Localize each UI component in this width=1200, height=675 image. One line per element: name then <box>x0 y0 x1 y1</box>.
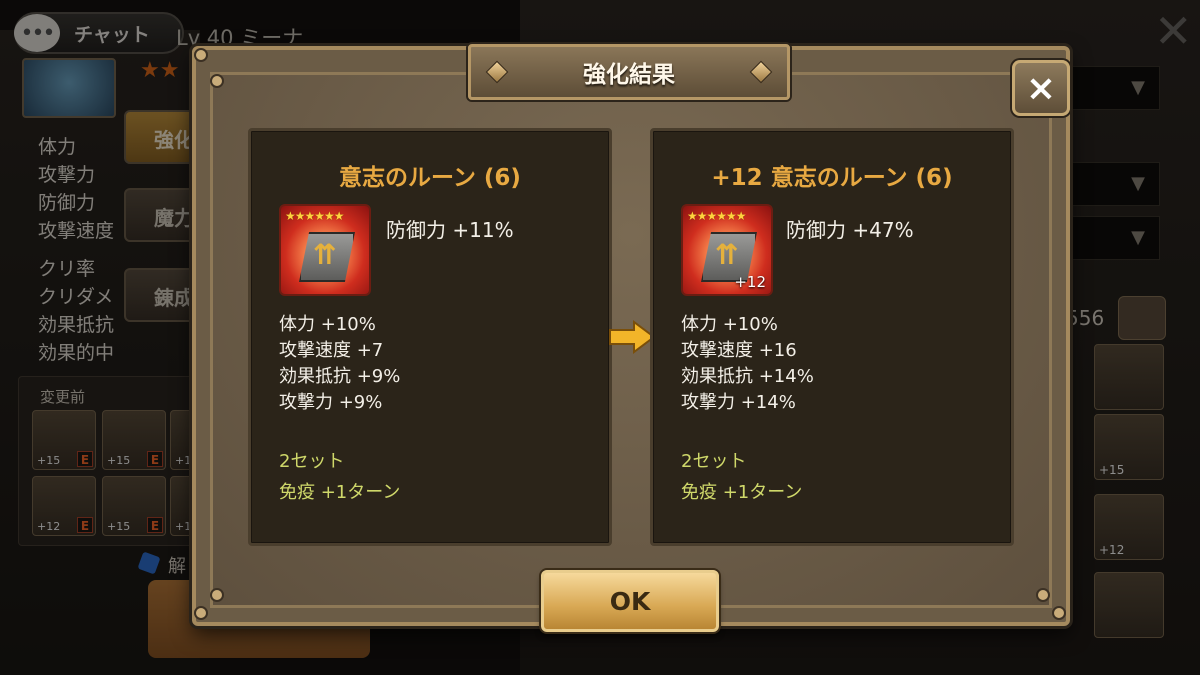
modal-title: 強化結果 <box>583 62 675 88</box>
rune-before-sub-stat: 攻撃速度 +7 <box>279 340 384 361</box>
close-icon: × <box>1025 67 1057 109</box>
ok-button-label: OK <box>609 586 651 616</box>
modal-title-plate: 強化結果 <box>468 44 790 100</box>
rune-after-sub-stat: 攻撃速度 +16 <box>681 340 797 361</box>
ok-button[interactable]: OK <box>541 570 719 632</box>
rune-before-sub-stat: 体力 +10% <box>279 314 376 335</box>
rune-level-badge: +12 <box>734 273 766 291</box>
corner-rivet-icon <box>210 588 224 602</box>
rune-after-sub-stat: 効果抵抗 +14% <box>681 366 814 387</box>
rune-will-symbol-icon: ⇈ <box>313 238 337 271</box>
close-button[interactable]: × <box>1012 60 1070 116</box>
corner-rivet-icon <box>1052 606 1066 620</box>
corner-rivet-icon <box>210 74 224 88</box>
rune-before-main-stat: 防御力 +11% <box>386 218 514 242</box>
rune-after-set-effect: 免疫 +1ターン <box>681 482 803 503</box>
rune-after-name: +12 意志のルーン (6) <box>711 165 953 191</box>
rune-after-sub-stat: 体力 +10% <box>681 314 778 335</box>
corner-rivet-icon <box>194 606 208 620</box>
rune-after-set-label: 2セット <box>681 451 747 472</box>
arrow-right-icon <box>609 320 656 354</box>
corner-rivet-icon <box>1036 588 1050 602</box>
rune-stars: ★★★★★★ <box>687 209 747 223</box>
rune-after-main-stat: 防御力 +47% <box>786 218 914 242</box>
rune-after-icon: ★★★★★★ ⇈ +12 <box>681 204 773 296</box>
rune-before-name: 意志のルーン (6) <box>339 165 521 191</box>
rune-stars: ★★★★★★ <box>285 209 345 223</box>
rune-will-symbol-icon: ⇈ <box>715 238 739 271</box>
rune-before-sub-stat: 攻撃力 +9% <box>279 392 383 413</box>
rune-before-sub-stat: 効果抵抗 +9% <box>279 366 401 387</box>
corner-rivet-icon <box>194 48 208 62</box>
rune-after-sub-stat: 攻撃力 +14% <box>681 392 796 413</box>
rune-before-set-label: 2セット <box>279 451 345 472</box>
rune-before-set-effect: 免疫 +1ターン <box>279 482 401 503</box>
rune-before-icon: ★★★★★★ ⇈ <box>279 204 371 296</box>
